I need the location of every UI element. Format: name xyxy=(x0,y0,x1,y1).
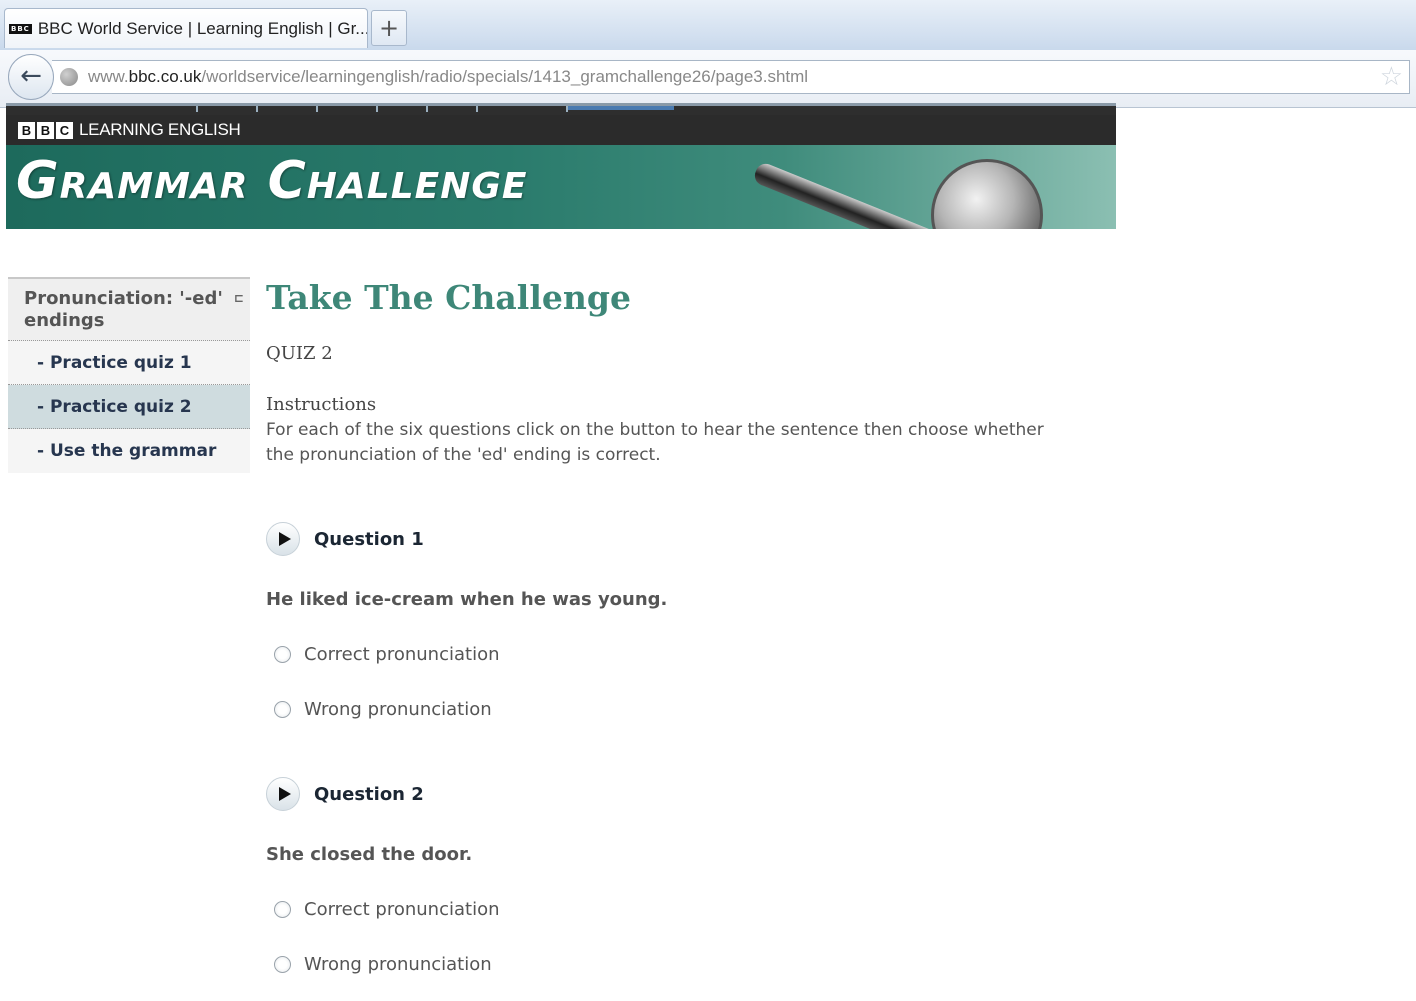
page-title: Take The Challenge xyxy=(266,278,631,317)
browser-tab-strip: BBC BBC World Service | Learning English… xyxy=(0,0,1416,50)
sidebar-item-practice-quiz-2[interactable]: - Practice quiz 2 xyxy=(8,385,250,429)
question-sentence: He liked ice-cream when he was young. xyxy=(266,589,668,610)
bbc-logo[interactable]: BBC xyxy=(18,121,73,139)
microphone-head-icon xyxy=(931,159,1043,229)
play-icon[interactable] xyxy=(266,777,300,811)
site-name[interactable]: LEARNING ENGLISH xyxy=(79,120,241,140)
site-nav-active-indicator xyxy=(568,106,674,110)
answer-option[interactable]: Correct pronunciation xyxy=(274,644,500,665)
radio-button[interactable] xyxy=(274,956,291,973)
main-content: Take The Challenge QUIZ 2 Instructions F… xyxy=(266,277,1106,975)
bookmark-star-icon[interactable]: ☆ xyxy=(1380,63,1403,91)
question-1-header: Question 1 xyxy=(266,522,424,556)
question-sentence: She closed the door. xyxy=(266,844,473,865)
bbc-favicon-icon: BBC xyxy=(9,23,32,34)
quiz-label: QUIZ 2 xyxy=(266,343,333,364)
globe-icon xyxy=(60,68,78,86)
answer-option[interactable]: Wrong pronunciation xyxy=(274,699,492,720)
browser-tab[interactable]: BBC BBC World Service | Learning English… xyxy=(4,8,368,48)
grammar-challenge-banner: Grammar Challenge xyxy=(6,145,1116,229)
option-label: Correct pronunciation xyxy=(304,899,500,920)
option-label: Wrong pronunciation xyxy=(304,954,492,975)
sidebar-item-practice-quiz-1[interactable]: - Practice quiz 1 xyxy=(8,341,250,385)
banner-title: Grammar Challenge xyxy=(16,151,528,211)
question-label: Question 2 xyxy=(314,783,424,805)
new-tab-button[interactable]: + xyxy=(371,10,407,46)
sidebar-item-use-the-grammar[interactable]: - Use the grammar xyxy=(8,429,250,473)
url-bar[interactable]: www.bbc.co.uk/worldservice/learningengli… xyxy=(52,60,1410,94)
option-label: Correct pronunciation xyxy=(304,644,500,665)
sidebar: Pronunciation: '-ed' endings ⊏ - Practic… xyxy=(8,277,250,473)
sidebar-section-title[interactable]: Pronunciation: '-ed' endings ⊏ xyxy=(8,279,250,341)
radio-button[interactable] xyxy=(274,701,291,718)
site-nav-strip xyxy=(6,103,1116,115)
browser-navbar: www.bbc.co.uk/worldservice/learningengli… xyxy=(0,50,1416,108)
url-text: www.bbc.co.uk/worldservice/learningengli… xyxy=(88,67,809,86)
back-arrow-icon: ← xyxy=(20,61,42,91)
question-label: Question 1 xyxy=(314,528,424,550)
option-label: Wrong pronunciation xyxy=(304,699,492,720)
back-button[interactable]: ← xyxy=(8,54,54,100)
instructions-heading: Instructions xyxy=(266,394,377,415)
play-icon[interactable] xyxy=(266,522,300,556)
radio-button[interactable] xyxy=(274,901,291,918)
collapse-icon[interactable]: ⊏ xyxy=(234,287,244,309)
tab-title: BBC World Service | Learning English | G… xyxy=(37,18,367,38)
radio-button[interactable] xyxy=(274,646,291,663)
answer-option[interactable]: Wrong pronunciation xyxy=(274,954,492,975)
question-2-header: Question 2 xyxy=(266,777,424,811)
answer-option[interactable]: Correct pronunciation xyxy=(274,899,500,920)
instructions-text: For each of the six questions click on t… xyxy=(266,420,1044,465)
site-topbar: BBC LEARNING ENGLISH xyxy=(6,115,1116,145)
